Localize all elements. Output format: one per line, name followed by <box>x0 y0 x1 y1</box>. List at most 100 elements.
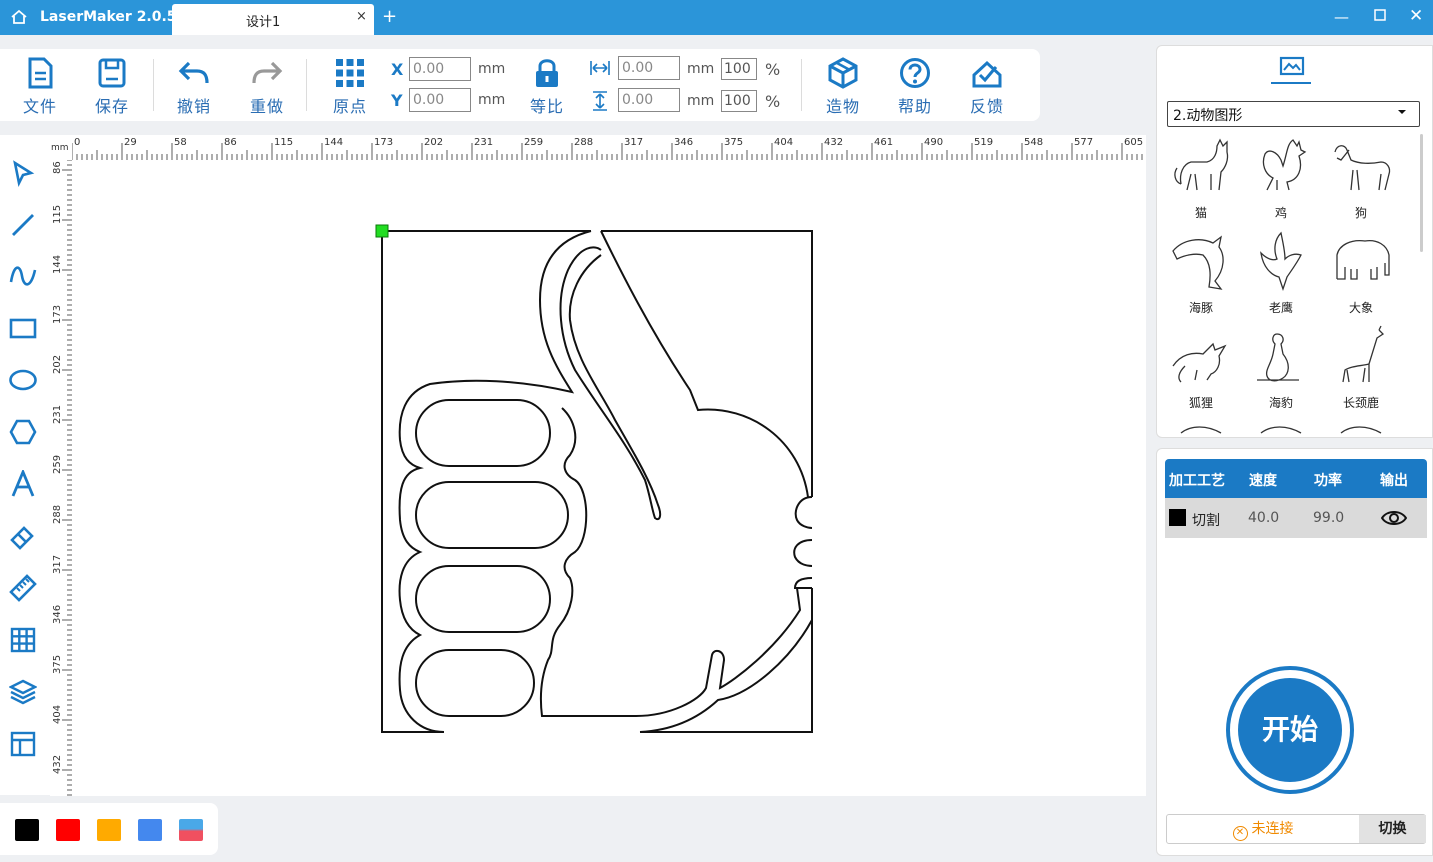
warning-circle-icon: ✕ <box>1232 826 1248 841</box>
ruler-top-label: 577 <box>1074 137 1093 148</box>
image-library-icon[interactable] <box>1279 56 1305 78</box>
layout-icon[interactable] <box>9 730 37 758</box>
lock-label: 等比 <box>529 97 564 116</box>
undo-button[interactable]: 撤销 <box>166 57 222 117</box>
height-percent-input[interactable] <box>721 90 757 112</box>
width-unit: mm <box>687 61 715 77</box>
height-unit: mm <box>687 93 715 109</box>
ruler-left-label: 86 <box>52 161 63 174</box>
library-item-partial[interactable] <box>1325 419 1397 437</box>
text-icon[interactable] <box>9 470 37 498</box>
library-item[interactable]: 鸡 <box>1245 134 1317 226</box>
category-select[interactable]: 2.动物图形 <box>1167 101 1420 127</box>
shape-library-panel: 2.动物图形 猫 鸡 狗海豚 老鹰 大象 狐狸 海豹 长颈鹿 <box>1156 45 1433 438</box>
save-button[interactable]: 保存 <box>84 57 140 117</box>
elephant-icon <box>1336 239 1390 280</box>
layer-color-swatches <box>0 803 218 855</box>
ruler-top-label: 432 <box>824 137 843 148</box>
library-item[interactable]: 海豹 <box>1245 324 1317 416</box>
swatch-gradient[interactable] <box>179 819 203 841</box>
help-button[interactable]: 帮助 <box>887 57 943 117</box>
process-power[interactable]: 99.0 <box>1313 510 1344 526</box>
width-input[interactable] <box>618 56 680 80</box>
file-button[interactable]: 文件 <box>12 57 68 117</box>
dog-icon <box>1334 145 1391 191</box>
library-item[interactable]: 海豚 <box>1165 229 1237 321</box>
ruler-left-label: 115 <box>52 205 63 224</box>
thumbs-up-design[interactable] <box>370 222 820 742</box>
library-item-label: 海豹 <box>1268 396 1293 410</box>
cat-icon <box>1174 138 1229 191</box>
library-item[interactable]: 猫 <box>1165 134 1237 226</box>
library-item-partial[interactable] <box>1165 419 1237 437</box>
ruler-top-label: 231 <box>474 137 493 148</box>
ruler-left-label: 144 <box>52 255 63 274</box>
ruler-left-label: 231 <box>52 405 63 424</box>
ruler-left-label: 173 <box>52 305 63 324</box>
main-toolbar: 文件 保存 撤销 重做 原点 X mm Y mm 等比 mm % mm % <box>0 49 1040 121</box>
layers-icon[interactable] <box>9 678 37 706</box>
library-item[interactable]: 大象 <box>1325 229 1397 321</box>
ruler-top-label: 144 <box>324 137 343 148</box>
x-input[interactable] <box>409 57 471 81</box>
origin-button[interactable]: 原点 <box>322 57 378 117</box>
width-percent-input[interactable] <box>721 58 757 80</box>
ruler-top-label: 288 <box>574 137 593 148</box>
swatch-black[interactable] <box>15 819 39 841</box>
process-table-header: 加工工艺 速度 功率 输出 <box>1165 459 1427 498</box>
library-item-partial[interactable] <box>1245 419 1317 437</box>
animal-outline-icon <box>1180 426 1222 434</box>
swatch-orange[interactable] <box>97 819 121 841</box>
minimize-button[interactable]: — <box>1334 8 1349 26</box>
app-title: LaserMaker 2.0.5 <box>40 9 177 25</box>
grid-array-icon[interactable] <box>9 626 37 654</box>
swatch-blue[interactable] <box>138 819 162 841</box>
y-label: Y <box>391 91 403 110</box>
tab-label: 设计1 <box>246 15 281 30</box>
ruler-top-label: 461 <box>874 137 893 148</box>
switch-button[interactable]: 切换 <box>1359 815 1426 843</box>
curve-icon[interactable] <box>9 262 37 290</box>
build-button[interactable]: 造物 <box>815 57 871 117</box>
y-input[interactable] <box>409 88 471 112</box>
ruler-icon[interactable] <box>9 574 37 602</box>
library-item-label: 猫 <box>1194 206 1207 220</box>
table-row[interactable]: 切割 40.0 99.0 <box>1165 498 1427 538</box>
home-icon[interactable] <box>10 9 28 25</box>
library-item-label: 老鹰 <box>1268 301 1293 315</box>
feedback-button[interactable]: 反馈 <box>959 57 1015 117</box>
y-unit: mm <box>478 92 506 108</box>
close-window-button[interactable]: ✕ <box>1409 6 1423 26</box>
ellipse-icon[interactable] <box>9 366 37 394</box>
add-tab-button[interactable]: + <box>382 6 397 27</box>
redo-label: 重做 <box>249 97 284 116</box>
line-icon[interactable] <box>9 211 37 239</box>
tab-close-button[interactable]: × <box>356 9 367 24</box>
save-label: 保存 <box>94 97 129 116</box>
library-item[interactable]: 狗 <box>1325 134 1397 226</box>
height-input[interactable] <box>618 88 680 112</box>
start-button[interactable]: 开始 <box>1226 666 1354 794</box>
ruler-top-label: 0 <box>74 137 80 148</box>
library-item[interactable]: 狐狸 <box>1165 324 1237 416</box>
layer-color-chip <box>1169 509 1186 526</box>
maximize-button[interactable] <box>1374 9 1386 21</box>
select-arrow-icon[interactable] <box>9 159 37 187</box>
process-speed[interactable]: 40.0 <box>1248 510 1279 526</box>
library-item[interactable]: 长颈鹿 <box>1325 324 1397 416</box>
connection-status: ✕ 未连接 <box>1167 815 1359 843</box>
library-scrollbar[interactable] <box>1420 134 1423 252</box>
swatch-red[interactable] <box>56 819 80 841</box>
rectangle-icon[interactable] <box>9 314 37 342</box>
ruler-top-label: 490 <box>924 137 943 148</box>
header-process: 加工工艺 <box>1169 473 1225 489</box>
tab-design1[interactable]: 设计1 × <box>172 4 374 35</box>
eraser-icon[interactable] <box>9 522 37 550</box>
grid-dots-icon <box>336 59 364 87</box>
library-item[interactable]: 老鹰 <box>1245 229 1317 321</box>
eye-icon[interactable] <box>1381 509 1407 527</box>
polygon-icon[interactable] <box>9 418 37 446</box>
redo-button[interactable]: 重做 <box>239 57 295 117</box>
height-percent-sign: % <box>765 92 781 111</box>
lock-ratio-button[interactable]: 等比 <box>519 57 575 117</box>
